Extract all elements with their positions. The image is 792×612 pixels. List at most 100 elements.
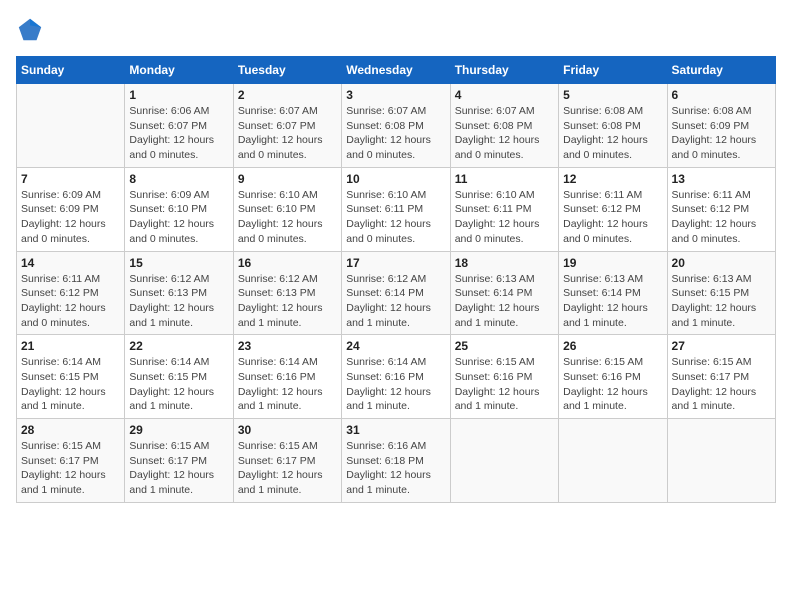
day-number: 26: [563, 339, 662, 353]
calendar-cell: 14 Sunrise: 6:11 AM Sunset: 6:12 PM Dayli…: [17, 251, 125, 335]
day-number: 7: [21, 172, 120, 186]
calendar-cell: 15 Sunrise: 6:12 AM Sunset: 6:13 PM Dayli…: [125, 251, 233, 335]
day-number: 24: [346, 339, 445, 353]
day-info: Sunrise: 6:13 AM Sunset: 6:14 PM Dayligh…: [455, 272, 554, 331]
day-number: 29: [129, 423, 228, 437]
calendar-cell: 1 Sunrise: 6:06 AM Sunset: 6:07 PM Daylig…: [125, 84, 233, 168]
calendar-cell: 5 Sunrise: 6:08 AM Sunset: 6:08 PM Daylig…: [559, 84, 667, 168]
calendar-cell: 6Sunrise: 6:08 AM Sunset: 6:09 PM Daylig…: [667, 84, 775, 168]
day-number: 16: [238, 256, 337, 270]
day-info: Sunrise: 6:15 AM Sunset: 6:16 PM Dayligh…: [455, 355, 554, 414]
day-number: 5: [563, 88, 662, 102]
calendar-cell: 27 Sunrise: 6:15 AM Sunset: 6:17 PM Dayli…: [667, 335, 775, 419]
calendar-week-4: 21Sunrise: 6:14 AM Sunset: 6:15 PM Dayli…: [17, 335, 776, 419]
day-info: Sunrise: 6:11 AM Sunset: 6:12 PM Dayligh…: [21, 272, 120, 331]
logo-icon: [16, 16, 44, 44]
day-number: 15: [129, 256, 228, 270]
day-info: Sunrise: 6:09 AM Sunset: 6:09 PM Dayligh…: [21, 188, 120, 247]
day-info: Sunrise: 6:13 AM Sunset: 6:15 PM Dayligh…: [672, 272, 771, 331]
day-number: 30: [238, 423, 337, 437]
calendar-cell: 16 Sunrise: 6:12 AM Sunset: 6:13 PM Dayli…: [233, 251, 341, 335]
day-number: 18: [455, 256, 554, 270]
calendar-cell: 31Sunrise: 6:16 AM Sunset: 6:18 PM Dayli…: [342, 419, 450, 503]
calendar-cell: 23 Sunrise: 6:14 AM Sunset: 6:16 PM Dayli…: [233, 335, 341, 419]
weekday-header-row: SundayMondayTuesdayWednesdayThursdayFrid…: [17, 57, 776, 84]
calendar-cell: 10 Sunrise: 6:10 AM Sunset: 6:11 PM Dayli…: [342, 167, 450, 251]
calendar-cell: 12Sunrise: 6:11 AM Sunset: 6:12 PM Dayli…: [559, 167, 667, 251]
day-number: 27: [672, 339, 771, 353]
weekday-header-thursday: Thursday: [450, 57, 558, 84]
day-info: Sunrise: 6:11 AM Sunset: 6:12 PM Dayligh…: [563, 188, 662, 247]
day-info: Sunrise: 6:10 AM Sunset: 6:11 PM Dayligh…: [455, 188, 554, 247]
day-number: 1: [129, 88, 228, 102]
day-info: Sunrise: 6:07 AM Sunset: 6:08 PM Dayligh…: [346, 104, 445, 163]
weekday-header-saturday: Saturday: [667, 57, 775, 84]
calendar-cell: 7 Sunrise: 6:09 AM Sunset: 6:09 PM Daylig…: [17, 167, 125, 251]
day-number: 6: [672, 88, 771, 102]
calendar-cell: 30 Sunrise: 6:15 AM Sunset: 6:17 PM Dayli…: [233, 419, 341, 503]
day-number: 22: [129, 339, 228, 353]
day-info: Sunrise: 6:08 AM Sunset: 6:08 PM Dayligh…: [563, 104, 662, 163]
day-number: 2: [238, 88, 337, 102]
calendar-week-5: 28 Sunrise: 6:15 AM Sunset: 6:17 PM Dayli…: [17, 419, 776, 503]
day-number: 4: [455, 88, 554, 102]
calendar-week-3: 14 Sunrise: 6:11 AM Sunset: 6:12 PM Dayli…: [17, 251, 776, 335]
calendar-cell: 25 Sunrise: 6:15 AM Sunset: 6:16 PM Dayli…: [450, 335, 558, 419]
calendar-table: SundayMondayTuesdayWednesdayThursdayFrid…: [16, 56, 776, 503]
day-info: Sunrise: 6:06 AM Sunset: 6:07 PM Dayligh…: [129, 104, 228, 163]
day-info: Sunrise: 6:11 AM Sunset: 6:12 PM Dayligh…: [672, 188, 771, 247]
day-info: Sunrise: 6:14 AM Sunset: 6:15 PM Dayligh…: [129, 355, 228, 414]
day-info: Sunrise: 6:14 AM Sunset: 6:15 PM Dayligh…: [21, 355, 120, 414]
day-number: 28: [21, 423, 120, 437]
calendar-cell: 11 Sunrise: 6:10 AM Sunset: 6:11 PM Dayli…: [450, 167, 558, 251]
logo: [16, 16, 48, 44]
day-number: 11: [455, 172, 554, 186]
day-info: Sunrise: 6:15 AM Sunset: 6:17 PM Dayligh…: [238, 439, 337, 498]
day-info: Sunrise: 6:15 AM Sunset: 6:17 PM Dayligh…: [129, 439, 228, 498]
day-info: Sunrise: 6:12 AM Sunset: 6:13 PM Dayligh…: [238, 272, 337, 331]
calendar-cell: 4 Sunrise: 6:07 AM Sunset: 6:08 PM Daylig…: [450, 84, 558, 168]
day-number: 31: [346, 423, 445, 437]
day-info: Sunrise: 6:13 AM Sunset: 6:14 PM Dayligh…: [563, 272, 662, 331]
weekday-header-sunday: Sunday: [17, 57, 125, 84]
calendar-cell: [450, 419, 558, 503]
day-number: 10: [346, 172, 445, 186]
day-info: Sunrise: 6:07 AM Sunset: 6:08 PM Dayligh…: [455, 104, 554, 163]
day-number: 3: [346, 88, 445, 102]
day-info: Sunrise: 6:14 AM Sunset: 6:16 PM Dayligh…: [346, 355, 445, 414]
calendar-cell: 17 Sunrise: 6:12 AM Sunset: 6:14 PM Dayli…: [342, 251, 450, 335]
calendar-cell: 19Sunrise: 6:13 AM Sunset: 6:14 PM Dayli…: [559, 251, 667, 335]
day-info: Sunrise: 6:07 AM Sunset: 6:07 PM Dayligh…: [238, 104, 337, 163]
day-info: Sunrise: 6:15 AM Sunset: 6:17 PM Dayligh…: [672, 355, 771, 414]
day-info: Sunrise: 6:15 AM Sunset: 6:17 PM Dayligh…: [21, 439, 120, 498]
day-info: Sunrise: 6:09 AM Sunset: 6:10 PM Dayligh…: [129, 188, 228, 247]
day-info: Sunrise: 6:15 AM Sunset: 6:16 PM Dayligh…: [563, 355, 662, 414]
day-number: 9: [238, 172, 337, 186]
weekday-header-monday: Monday: [125, 57, 233, 84]
day-info: Sunrise: 6:12 AM Sunset: 6:13 PM Dayligh…: [129, 272, 228, 331]
weekday-header-tuesday: Tuesday: [233, 57, 341, 84]
calendar-cell: 2 Sunrise: 6:07 AM Sunset: 6:07 PM Daylig…: [233, 84, 341, 168]
calendar-cell: 24 Sunrise: 6:14 AM Sunset: 6:16 PM Dayli…: [342, 335, 450, 419]
day-number: 23: [238, 339, 337, 353]
page-header: [16, 16, 776, 44]
calendar-cell: 13Sunrise: 6:11 AM Sunset: 6:12 PM Dayli…: [667, 167, 775, 251]
day-number: 17: [346, 256, 445, 270]
weekday-header-friday: Friday: [559, 57, 667, 84]
day-info: Sunrise: 6:12 AM Sunset: 6:14 PM Dayligh…: [346, 272, 445, 331]
calendar-cell: 8Sunrise: 6:09 AM Sunset: 6:10 PM Daylig…: [125, 167, 233, 251]
day-number: 25: [455, 339, 554, 353]
calendar-cell: [559, 419, 667, 503]
calendar-cell: 9 Sunrise: 6:10 AM Sunset: 6:10 PM Daylig…: [233, 167, 341, 251]
calendar-cell: [667, 419, 775, 503]
day-number: 14: [21, 256, 120, 270]
day-number: 20: [672, 256, 771, 270]
calendar-cell: 20 Sunrise: 6:13 AM Sunset: 6:15 PM Dayli…: [667, 251, 775, 335]
day-info: Sunrise: 6:14 AM Sunset: 6:16 PM Dayligh…: [238, 355, 337, 414]
calendar-cell: 18 Sunrise: 6:13 AM Sunset: 6:14 PM Dayli…: [450, 251, 558, 335]
day-info: Sunrise: 6:10 AM Sunset: 6:11 PM Dayligh…: [346, 188, 445, 247]
calendar-cell: [17, 84, 125, 168]
day-info: Sunrise: 6:10 AM Sunset: 6:10 PM Dayligh…: [238, 188, 337, 247]
calendar-cell: 29 Sunrise: 6:15 AM Sunset: 6:17 PM Dayli…: [125, 419, 233, 503]
weekday-header-wednesday: Wednesday: [342, 57, 450, 84]
